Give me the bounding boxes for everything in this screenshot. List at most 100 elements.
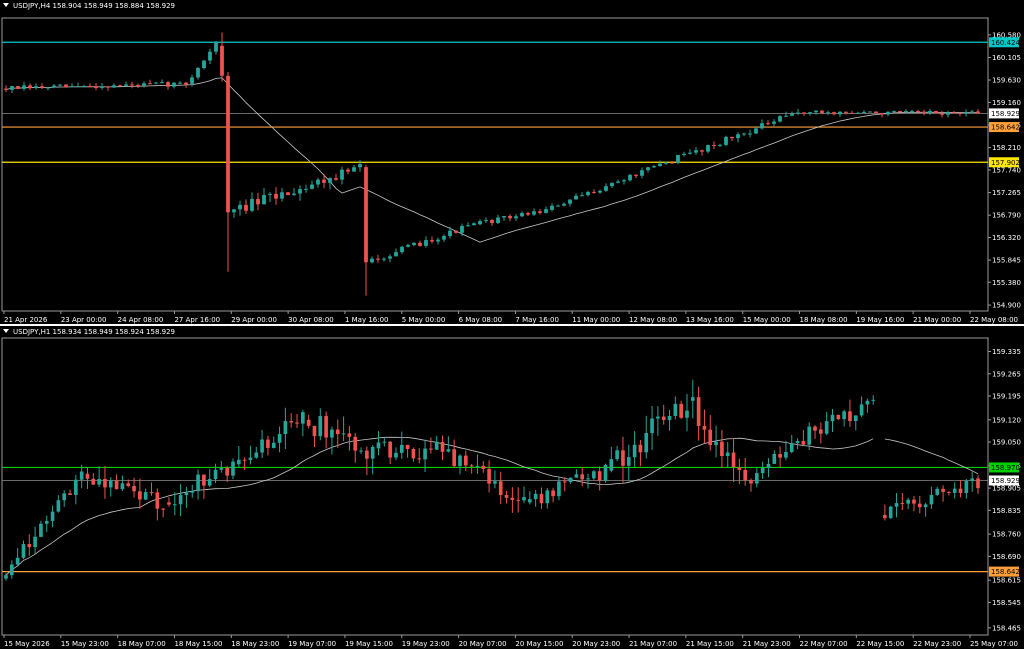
candle-body: [160, 82, 164, 84]
candle: [562, 477, 567, 492]
candle-body: [370, 258, 374, 263]
candle: [472, 222, 476, 226]
candle-body: [814, 110, 818, 113]
candle-body: [892, 111, 896, 113]
candle: [676, 154, 680, 165]
h4-chart-pane[interactable]: 160.580160.105159.630159.160158.685158.2…: [0, 0, 1024, 324]
candle: [520, 211, 524, 218]
candle-body: [424, 240, 428, 246]
candle-body: [4, 575, 8, 579]
candle-body: [274, 193, 278, 199]
candle: [10, 85, 14, 93]
candle-body: [436, 239, 440, 242]
candle-body: [359, 450, 363, 452]
candle-body: [324, 416, 328, 438]
x-tick-label: 24 Apr 08:00: [118, 316, 164, 324]
candle-body: [610, 182, 614, 187]
candle: [603, 463, 608, 483]
candle-body: [219, 467, 224, 470]
h1-chart-canvas[interactable]: 159.335 159.265 159.195 159.120 159.050 158.9…: [0, 326, 1024, 649]
candle-body: [853, 415, 858, 421]
candle-body: [103, 478, 107, 488]
candle: [136, 83, 140, 89]
y-tick-label: 160.105: [992, 54, 1021, 62]
candle: [330, 426, 334, 455]
candle: [219, 460, 224, 473]
candle: [244, 199, 248, 214]
candle: [21, 540, 26, 560]
h1-chart-pane[interactable]: 159.335 159.265 159.195 159.120 159.050 158.9…: [0, 326, 1024, 649]
candle: [196, 469, 200, 500]
candle: [736, 132, 740, 143]
candle: [532, 208, 536, 217]
candle: [388, 440, 392, 465]
candle-body: [904, 111, 908, 113]
candle-body: [481, 465, 486, 469]
candle-body: [155, 492, 160, 509]
candle-body: [880, 113, 884, 115]
candle-body: [592, 471, 596, 479]
candle: [490, 218, 494, 226]
candle: [690, 379, 695, 419]
candle: [720, 430, 724, 468]
candle: [324, 411, 328, 449]
moving-average-line: [5, 436, 874, 576]
candle: [142, 81, 146, 88]
candle: [795, 438, 800, 450]
candle: [850, 110, 854, 114]
candle-body: [132, 485, 136, 492]
candle-body: [167, 502, 171, 505]
candle: [359, 447, 363, 454]
candle: [718, 143, 722, 147]
candle-body: [673, 403, 678, 416]
candle: [682, 151, 686, 157]
candle: [545, 488, 550, 509]
candle-body: [68, 493, 72, 495]
candle-body: [760, 467, 765, 474]
level-tag-current: 158.929: [989, 108, 1020, 119]
candle: [178, 81, 182, 85]
candle: [298, 185, 302, 201]
candle: [568, 477, 573, 484]
candle: [310, 180, 314, 190]
y-tick-label: 155.845: [992, 257, 1021, 265]
candle: [190, 484, 195, 498]
candle-body: [74, 479, 78, 495]
candle: [346, 167, 350, 175]
candle: [533, 489, 538, 507]
candle-body: [40, 86, 44, 88]
candle-body: [190, 77, 194, 84]
candle-body: [358, 164, 362, 168]
candle-body: [460, 225, 464, 233]
x-tick-label: 30 Apr 08:00: [288, 316, 334, 324]
candle: [928, 108, 932, 115]
candle-body: [236, 459, 241, 465]
candle: [562, 202, 566, 207]
candle-body: [27, 544, 32, 548]
candle: [286, 192, 290, 196]
candle: [16, 85, 20, 90]
candle: [149, 482, 154, 496]
candle: [604, 183, 608, 192]
candle-body: [528, 499, 532, 503]
candle: [859, 396, 864, 418]
candle-body: [148, 83, 152, 85]
candle: [458, 454, 462, 475]
candle: [946, 110, 950, 118]
candle-body: [330, 429, 334, 438]
level-tag-label: 158.642: [991, 568, 1020, 576]
candle-body: [106, 86, 110, 88]
y-tick-label: 159.265: [992, 370, 1021, 378]
h4-chart-canvas[interactable]: 160.580160.105159.630159.160158.685158.2…: [0, 0, 1024, 324]
candle: [871, 395, 876, 405]
candle-body: [556, 205, 560, 207]
candle: [592, 470, 596, 480]
candle: [742, 132, 746, 137]
candle: [97, 466, 101, 487]
candle-body: [916, 110, 920, 112]
x-tick-label: 15 May 23:00: [61, 640, 109, 648]
candle-body: [304, 188, 308, 190]
candle: [842, 409, 846, 427]
candle-body: [172, 504, 177, 506]
candle: [376, 254, 380, 263]
